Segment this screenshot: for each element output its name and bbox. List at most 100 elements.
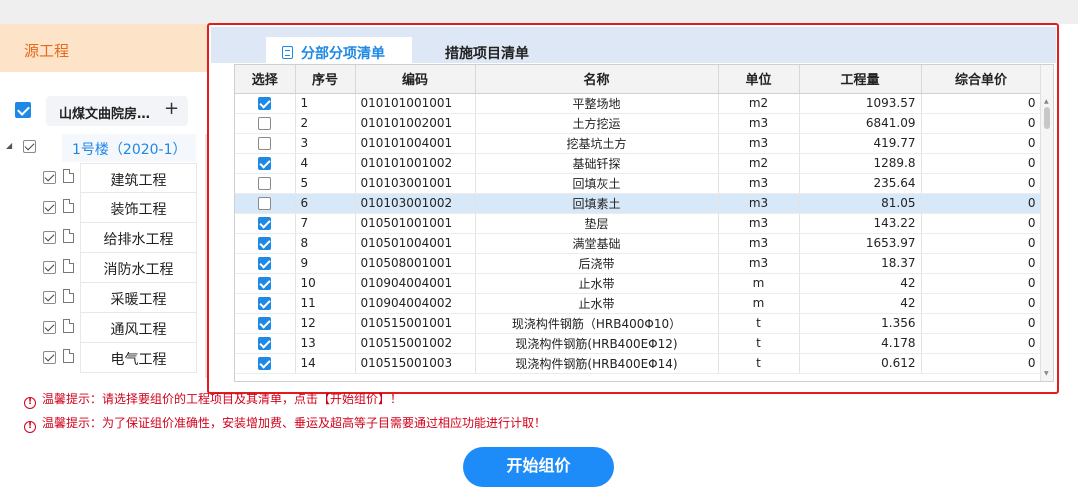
row-select-cell[interactable] [235, 153, 296, 174]
row-checkbox[interactable] [258, 277, 272, 290]
table-row[interactable]: 8 010501004001 满堂基础 m3 1653.97 0 [235, 233, 1042, 254]
row-checkbox[interactable] [258, 177, 272, 190]
table-row[interactable]: 3 010101004001 挖基坑土方 m3 419.77 0 [235, 133, 1042, 154]
col-unit[interactable]: 单位 [718, 65, 800, 94]
tree-item[interactable]: 装饰工程 [40, 193, 205, 223]
col-code[interactable]: 编码 [355, 65, 476, 94]
row-checkbox[interactable] [258, 137, 272, 150]
tree-collapse-icon[interactable]: ◢ [6, 141, 12, 150]
project-checkbox[interactable] [15, 102, 31, 118]
row-select-cell[interactable] [235, 173, 296, 194]
cell-no: 11 [295, 293, 356, 314]
row-select-cell[interactable] [235, 233, 296, 254]
cell-name: 现浇构件钢筋(HRB400EΦ12) [475, 333, 719, 354]
tree-item-label[interactable]: 消防水工程 [80, 253, 197, 283]
tree-item-checkbox[interactable] [43, 171, 56, 184]
row-checkbox[interactable] [258, 217, 272, 230]
scroll-down-icon[interactable]: ▼ [1044, 370, 1049, 377]
row-select-cell[interactable] [235, 93, 296, 114]
tab-measure-items[interactable]: 措施项目清单 [429, 37, 545, 65]
tree-item[interactable]: 采暖工程 [40, 283, 205, 313]
tree-item-checkbox[interactable] [43, 201, 56, 214]
row-select-cell[interactable] [235, 313, 296, 334]
row-checkbox[interactable] [258, 97, 272, 110]
scroll-up-icon[interactable]: ▲ [1044, 98, 1049, 105]
row-checkbox[interactable] [258, 257, 272, 270]
row-checkbox[interactable] [258, 117, 272, 130]
table-row[interactable]: 10 010904004001 止水带 m 42 0 [235, 273, 1042, 294]
row-select-cell[interactable] [235, 293, 296, 314]
tree-node-building[interactable]: 1号楼（2020-1） [62, 134, 196, 162]
tab-division-items[interactable]: 分部分项清单 [266, 37, 412, 65]
tree-item-checkbox[interactable] [43, 231, 56, 244]
row-checkbox[interactable] [258, 317, 272, 330]
tree-item-label[interactable]: 采暖工程 [80, 283, 197, 313]
table-row[interactable]: 13 010515001002 现浇构件钢筋(HRB400EΦ12) t 4.178 0 [235, 333, 1042, 354]
table-row[interactable]: 14 010515001003 现浇构件钢筋(HRB400EΦ14) t 0.612 0 [235, 353, 1042, 374]
cell-name: 基础钎探 [475, 153, 719, 174]
table-scrollbar[interactable]: ▲ ▼ [1040, 65, 1053, 381]
row-select-cell[interactable] [235, 213, 296, 234]
tree-item-label[interactable]: 给排水工程 [80, 223, 197, 253]
tree-item-checkbox[interactable] [43, 291, 56, 304]
col-select[interactable]: 选择 [235, 65, 296, 94]
list-doc-icon [282, 46, 293, 59]
row-select-cell[interactable] [235, 353, 296, 374]
cell-no: 10 [295, 273, 356, 294]
row-checkbox[interactable] [258, 297, 272, 310]
tree-item[interactable]: 消防水工程 [40, 253, 205, 283]
col-name[interactable]: 名称 [475, 65, 719, 94]
cell-code: 010515001001 [355, 313, 476, 334]
row-checkbox[interactable] [258, 357, 272, 370]
tree-item-label[interactable]: 电气工程 [80, 343, 197, 373]
table-row[interactable]: 11 010904004002 止水带 m 42 0 [235, 293, 1042, 314]
row-select-cell[interactable] [235, 133, 296, 154]
tree-item[interactable]: 通风工程 [40, 313, 205, 343]
tree-item[interactable]: 建筑工程 [40, 163, 205, 193]
document-icon [63, 349, 74, 363]
source-panel-title: 源工程 [24, 42, 70, 60]
row-select-cell[interactable] [235, 273, 296, 294]
scroll-thumb[interactable] [1044, 107, 1050, 129]
tree-item[interactable]: 电气工程 [40, 343, 205, 373]
table-row[interactable]: 9 010508001001 后浇带 m3 18.37 0 [235, 253, 1042, 274]
cell-price: 0 [921, 353, 1042, 374]
table-row[interactable]: 6 010103001002 回填素土 m3 81.05 0 [235, 193, 1042, 214]
hint-text: 温馨提示：请选择要组价的工程项目及其清单，点击【开始组价】！ [42, 392, 403, 406]
row-select-cell[interactable] [235, 253, 296, 274]
tree-item[interactable]: 给排水工程 [40, 223, 205, 253]
table-row[interactable]: 12 010515001001 现浇构件钢筋（HRB400Φ10） t 1.356 0 [235, 313, 1042, 334]
table-header: 选择 序号 编码 名称 单位 工程量 综合单价 [235, 65, 1042, 94]
col-qty[interactable]: 工程量 [799, 65, 922, 94]
tree-item-label[interactable]: 建筑工程 [80, 163, 197, 193]
tree-item-label[interactable]: 装饰工程 [80, 193, 197, 223]
table-row[interactable]: 1 010101001001 平整场地 m2 1093.57 0 [235, 93, 1042, 114]
row-checkbox[interactable] [258, 197, 272, 210]
document-icon [63, 289, 74, 303]
cell-code: 010515001002 [355, 333, 476, 354]
node-checkbox[interactable] [23, 140, 36, 153]
table-row[interactable]: 5 010103001001 回填灰土 m3 235.64 0 [235, 173, 1042, 194]
col-price[interactable]: 综合单价 [921, 65, 1042, 94]
cell-name: 现浇构件钢筋(HRB400EΦ14) [475, 353, 719, 374]
cell-price: 0 [921, 333, 1042, 354]
tree-item-checkbox[interactable] [43, 351, 56, 364]
tree-item-checkbox[interactable] [43, 321, 56, 334]
tree-item-label[interactable]: 通风工程 [80, 313, 197, 343]
table-row[interactable]: 4 010101001002 基础钎探 m2 1289.8 0 [235, 153, 1042, 174]
row-checkbox[interactable] [258, 337, 272, 350]
table-row[interactable]: 7 010501001001 垫层 m3 143.22 0 [235, 213, 1042, 234]
cell-name: 止水带 [475, 293, 719, 314]
row-checkbox[interactable] [258, 157, 272, 170]
cell-code: 010103001002 [355, 193, 476, 214]
table-row[interactable]: 2 010101002001 土方挖运 m3 6841.09 0 [235, 113, 1042, 134]
tree-item-checkbox[interactable] [43, 261, 56, 274]
col-no[interactable]: 序号 [295, 65, 356, 94]
row-checkbox[interactable] [258, 237, 272, 250]
row-select-cell[interactable] [235, 113, 296, 134]
cell-qty: 42 [799, 273, 922, 294]
row-select-cell[interactable] [235, 193, 296, 214]
start-pricing-button[interactable]: 开始组价 [463, 447, 614, 487]
add-project-icon[interactable]: + [164, 98, 179, 119]
row-select-cell[interactable] [235, 333, 296, 354]
